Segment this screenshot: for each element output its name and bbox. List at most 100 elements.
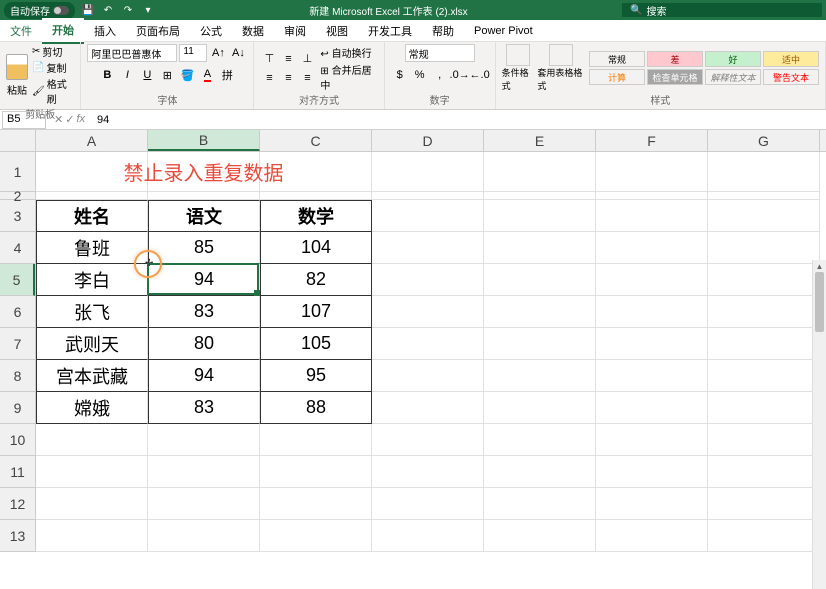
- cell-C3[interactable]: 数学: [260, 200, 372, 232]
- cell-C8[interactable]: 95: [260, 360, 372, 392]
- row-header-10[interactable]: 10: [0, 424, 35, 456]
- font-color-button[interactable]: A: [198, 66, 216, 84]
- row-header-3[interactable]: 3: [0, 200, 35, 232]
- cell-A6[interactable]: 张飞: [36, 296, 148, 328]
- align-right-button[interactable]: ≡: [298, 69, 316, 87]
- search-box[interactable]: 🔍 搜索: [622, 3, 822, 17]
- col-header-F[interactable]: F: [596, 130, 708, 151]
- row-header-7[interactable]: 7: [0, 328, 35, 360]
- style-warn[interactable]: 警告文本: [763, 69, 819, 85]
- cell-B13[interactable]: [148, 520, 260, 552]
- cell-G2[interactable]: [708, 192, 820, 200]
- align-left-button[interactable]: ≡: [260, 69, 278, 87]
- cell-E10[interactable]: [484, 424, 596, 456]
- cell-F10[interactable]: [596, 424, 708, 456]
- row-header-13[interactable]: 13: [0, 520, 35, 552]
- cell-G12[interactable]: [708, 488, 820, 520]
- cell-A9[interactable]: 嫦娥: [36, 392, 148, 424]
- cell-E3[interactable]: [484, 200, 596, 232]
- cell-C5[interactable]: 82: [260, 264, 372, 296]
- align-center-button[interactable]: ≡: [279, 69, 297, 87]
- cell-B6[interactable]: 83: [148, 296, 260, 328]
- autosave-toggle[interactable]: 自动保存: [4, 2, 75, 19]
- col-header-C[interactable]: C: [260, 130, 372, 151]
- cell-B11[interactable]: [148, 456, 260, 488]
- cell-G7[interactable]: [708, 328, 820, 360]
- row-header-6[interactable]: 6: [0, 296, 35, 328]
- merge-center-button[interactable]: ⊞ 合并后居中: [320, 62, 377, 92]
- style-good[interactable]: 好: [705, 51, 761, 67]
- col-header-B[interactable]: B: [148, 130, 260, 151]
- cell-E12[interactable]: [484, 488, 596, 520]
- cell-D12[interactable]: [372, 488, 484, 520]
- increase-decimal-button[interactable]: .0→: [451, 66, 469, 84]
- cell-A2[interactable]: [36, 192, 148, 200]
- cell-G1[interactable]: [708, 152, 820, 192]
- align-middle-button[interactable]: ≡: [279, 50, 297, 68]
- cell-D7[interactable]: [372, 328, 484, 360]
- bold-button[interactable]: B: [98, 66, 116, 84]
- cell-E7[interactable]: [484, 328, 596, 360]
- tab-file[interactable]: 文件: [0, 19, 42, 43]
- row-header-4[interactable]: 4: [0, 232, 35, 264]
- cancel-icon[interactable]: ✕: [54, 113, 63, 126]
- cell-F1[interactable]: [596, 152, 708, 192]
- tab-dev[interactable]: 开发工具: [358, 19, 422, 43]
- cell-C9[interactable]: 88: [260, 392, 372, 424]
- cell-C12[interactable]: [260, 488, 372, 520]
- underline-button[interactable]: U: [138, 66, 156, 84]
- cell-D10[interactable]: [372, 424, 484, 456]
- cell-B3[interactable]: 语文: [148, 200, 260, 232]
- cell-C10[interactable]: [260, 424, 372, 456]
- cell-D2[interactable]: [372, 192, 484, 200]
- row-header-8[interactable]: 8: [0, 360, 35, 392]
- conditional-format-button[interactable]: 条件格式: [502, 44, 534, 92]
- row-header-2[interactable]: 2: [0, 192, 35, 200]
- cell-A12[interactable]: [36, 488, 148, 520]
- font-name-select[interactable]: 阿里巴巴普惠体: [87, 44, 177, 62]
- cell-B10[interactable]: [148, 424, 260, 456]
- increase-font-button[interactable]: A↑: [209, 44, 227, 62]
- format-painter-button[interactable]: 🖌格式刷: [32, 76, 74, 106]
- cell-A5[interactable]: 李白: [36, 264, 148, 296]
- redo-icon[interactable]: ↷: [121, 3, 135, 17]
- tab-insert[interactable]: 插入: [84, 19, 126, 43]
- vertical-scrollbar[interactable]: ▲: [812, 260, 826, 589]
- border-button[interactable]: ⊞: [158, 66, 176, 84]
- row-header-1[interactable]: 1: [0, 152, 35, 192]
- cell-F12[interactable]: [596, 488, 708, 520]
- cell-E5[interactable]: [484, 264, 596, 296]
- select-all-corner[interactable]: [0, 130, 36, 152]
- wrap-text-button[interactable]: ↩ 自动换行: [320, 45, 377, 60]
- scroll-up-icon[interactable]: ▲: [813, 260, 826, 272]
- style-explain[interactable]: 解释性文本: [705, 69, 761, 85]
- cell-F4[interactable]: [596, 232, 708, 264]
- cell-F8[interactable]: [596, 360, 708, 392]
- cell-E1[interactable]: [484, 152, 596, 192]
- cell-D4[interactable]: [372, 232, 484, 264]
- cell-A8[interactable]: 宫本武藏: [36, 360, 148, 392]
- phonetic-button[interactable]: 拼: [218, 66, 236, 84]
- tab-powerpivot[interactable]: Power Pivot: [464, 21, 543, 41]
- tab-view[interactable]: 视图: [316, 19, 358, 43]
- cell-A4[interactable]: 鲁班: [36, 232, 148, 264]
- row-header-11[interactable]: 11: [0, 456, 35, 488]
- row-header-5[interactable]: 5: [0, 264, 35, 296]
- cell-A3[interactable]: 姓名: [36, 200, 148, 232]
- cell-E4[interactable]: [484, 232, 596, 264]
- cell-G4[interactable]: [708, 232, 820, 264]
- cell-G5[interactable]: [708, 264, 820, 296]
- cell-F3[interactable]: [596, 200, 708, 232]
- cell-E9[interactable]: [484, 392, 596, 424]
- cell-E13[interactable]: [484, 520, 596, 552]
- name-box[interactable]: B5: [2, 111, 46, 129]
- undo-icon[interactable]: ↶: [101, 3, 115, 17]
- qat-dropdown-icon[interactable]: ▾: [141, 3, 155, 17]
- cell-B2[interactable]: [148, 192, 260, 200]
- col-header-A[interactable]: A: [36, 130, 148, 151]
- decrease-decimal-button[interactable]: ←.0: [471, 66, 489, 84]
- format-as-table-button[interactable]: 套用表格格式: [537, 44, 585, 92]
- paste-button[interactable]: 粘贴: [6, 54, 28, 97]
- cell-C11[interactable]: [260, 456, 372, 488]
- scroll-thumb[interactable]: [815, 272, 824, 332]
